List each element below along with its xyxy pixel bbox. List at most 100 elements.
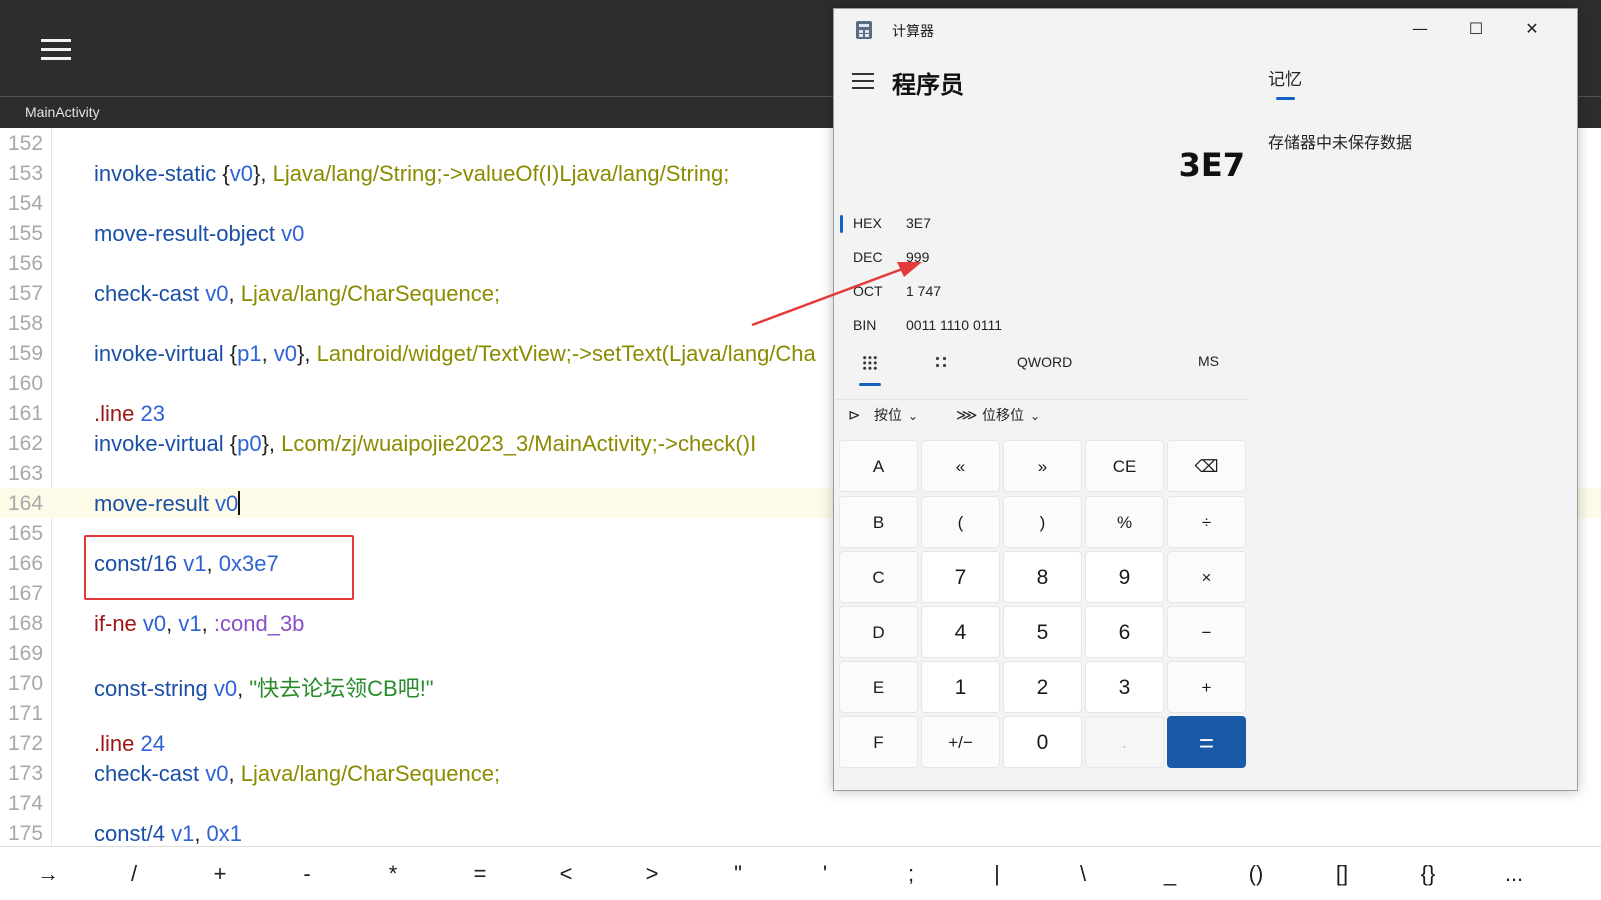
chevron-down-icon: ⌄ xyxy=(908,409,919,423)
full-keypad-tab[interactable] xyxy=(856,351,884,391)
bit-shift-icon: ⋙ xyxy=(956,406,978,424)
radix-oct[interactable]: OCT 1 747 xyxy=(840,278,1250,306)
line-number: 167 xyxy=(8,582,44,605)
code-line[interactable]: 174 xyxy=(0,788,1601,818)
close-button[interactable]: ✕ xyxy=(1509,13,1555,45)
line-number: 154 xyxy=(8,192,44,215)
code-token: p0 xyxy=(237,431,262,456)
symbol-key[interactable]: - xyxy=(277,847,337,900)
symbol-key[interactable]: " xyxy=(708,847,768,900)
key-button[interactable]: « xyxy=(921,440,1000,492)
key-button[interactable]: » xyxy=(1003,440,1082,492)
divider xyxy=(836,399,1248,400)
symbol-key[interactable]: ; xyxy=(881,847,941,900)
key-button[interactable]: 8 xyxy=(1003,551,1082,603)
radix-bin[interactable]: BIN 0011 1110 0111 xyxy=(840,312,1250,340)
code-token: { xyxy=(223,431,238,456)
bitwise-dropdown[interactable]: ⊳ 按位 ⌄ xyxy=(848,405,918,435)
memory-tab[interactable]: 记忆 xyxy=(1268,65,1302,90)
bit-toggle-keypad-tab[interactable] xyxy=(928,351,956,379)
menu-icon[interactable] xyxy=(41,39,71,61)
symbol-key[interactable]: ... xyxy=(1484,847,1544,900)
bitshift-dropdown[interactable]: ⋙ 位移位 ⌄ xyxy=(956,405,1040,435)
symbol-key[interactable]: \ xyxy=(1053,847,1113,900)
code-token: move-result-object xyxy=(94,221,275,246)
symbol-key[interactable]: = xyxy=(450,847,510,900)
symbol-key[interactable]: | xyxy=(967,847,1027,900)
key-button[interactable]: ( xyxy=(921,496,1000,548)
key-button[interactable]: × xyxy=(1167,551,1246,603)
key-button[interactable]: = xyxy=(1167,716,1246,768)
symbol-key[interactable]: {} xyxy=(1398,847,1458,900)
line-number: 157 xyxy=(8,282,44,305)
symbol-key[interactable]: / xyxy=(104,847,164,900)
key-button[interactable]: E xyxy=(839,661,918,713)
symbol-key[interactable]: → xyxy=(18,847,78,900)
code-line[interactable]: 175 const/4 v1, 0x1 xyxy=(0,818,1601,846)
key-button[interactable]: CE xyxy=(1085,440,1164,492)
key-button[interactable]: ÷ xyxy=(1167,496,1246,548)
radix-value: 999 xyxy=(906,249,930,265)
key-button[interactable]: ⌫ xyxy=(1167,440,1246,492)
calculator-app-icon xyxy=(856,21,872,39)
symbol-key[interactable]: _ xyxy=(1140,847,1200,900)
memory-store-button[interactable]: MS xyxy=(1198,353,1219,369)
line-number: 169 xyxy=(8,642,44,665)
key-button[interactable]: F xyxy=(839,716,918,768)
key-button[interactable]: +/− xyxy=(921,716,1000,768)
symbol-key[interactable]: [] xyxy=(1312,847,1372,900)
key-button[interactable]: 7 xyxy=(921,551,1000,603)
key-button[interactable]: 0 xyxy=(1003,716,1082,768)
key-button[interactable]: 3 xyxy=(1085,661,1164,713)
radix-name: HEX xyxy=(853,215,882,231)
key-button[interactable]: 5 xyxy=(1003,606,1082,658)
line-number: 174 xyxy=(8,792,44,815)
line-number: 160 xyxy=(8,372,44,395)
maximize-button[interactable]: ☐ xyxy=(1453,13,1499,45)
line-number: 152 xyxy=(8,132,44,155)
radix-hex[interactable]: HEX 3E7 xyxy=(840,210,1250,238)
key-button[interactable]: ) xyxy=(1003,496,1082,548)
navigation-menu-icon[interactable] xyxy=(852,73,874,91)
key-button[interactable]: D xyxy=(839,606,918,658)
key-button[interactable]: 2 xyxy=(1003,661,1082,713)
key-button[interactable]: + xyxy=(1167,661,1246,713)
code-text: if-ne v0, v1, :cond_3b xyxy=(94,611,304,637)
symbol-key[interactable]: ' xyxy=(795,847,855,900)
radix-dec[interactable]: DEC 999 xyxy=(840,244,1250,272)
code-text: invoke-static {v0}, Ljava/lang/String;->… xyxy=(94,161,729,187)
memory-empty-message: 存储器中未保存数据 xyxy=(1268,133,1413,152)
key-button[interactable]: − xyxy=(1167,606,1246,658)
symbol-key[interactable]: * xyxy=(363,847,423,900)
key-button[interactable]: A xyxy=(839,440,918,492)
symbol-key[interactable]: > xyxy=(622,847,682,900)
key-button[interactable]: C xyxy=(839,551,918,603)
code-text: check-cast v0, Ljava/lang/CharSequence; xyxy=(94,761,500,787)
line-number: 165 xyxy=(8,522,44,545)
code-token: , xyxy=(228,281,241,306)
code-token: Landroid/widget/TextView;->setText(Ljava… xyxy=(316,341,816,366)
code-token: check-cast xyxy=(94,761,200,786)
code-token: 0x1 xyxy=(206,821,243,846)
key-button[interactable]: % xyxy=(1085,496,1164,548)
key-button[interactable]: B xyxy=(839,496,918,548)
code-token: , xyxy=(166,611,179,636)
key-button[interactable]: 9 xyxy=(1085,551,1164,603)
minimize-button[interactable]: — xyxy=(1397,13,1443,45)
key-button[interactable]: 1 xyxy=(921,661,1000,713)
code-token: Ljava/lang/CharSequence; xyxy=(240,761,501,786)
key-button[interactable]: 6 xyxy=(1085,606,1164,658)
word-size-button[interactable]: QWORD xyxy=(1017,354,1072,370)
symbol-key[interactable]: < xyxy=(536,847,596,900)
line-number: 175 xyxy=(8,822,44,845)
code-token: v0 xyxy=(142,611,167,636)
code-text: invoke-virtual {p1, v0}, Landroid/widget… xyxy=(94,341,816,367)
code-token: { xyxy=(223,341,238,366)
symbol-key[interactable]: () xyxy=(1226,847,1286,900)
tab-mainactivity[interactable]: MainActivity xyxy=(25,104,100,120)
code-token: Ljava/lang/CharSequence; xyxy=(240,281,501,306)
chevron-down-icon: ⌄ xyxy=(1030,409,1041,423)
symbol-key[interactable]: + xyxy=(190,847,250,900)
code-token: }, xyxy=(253,161,273,186)
key-button[interactable]: 4 xyxy=(921,606,1000,658)
